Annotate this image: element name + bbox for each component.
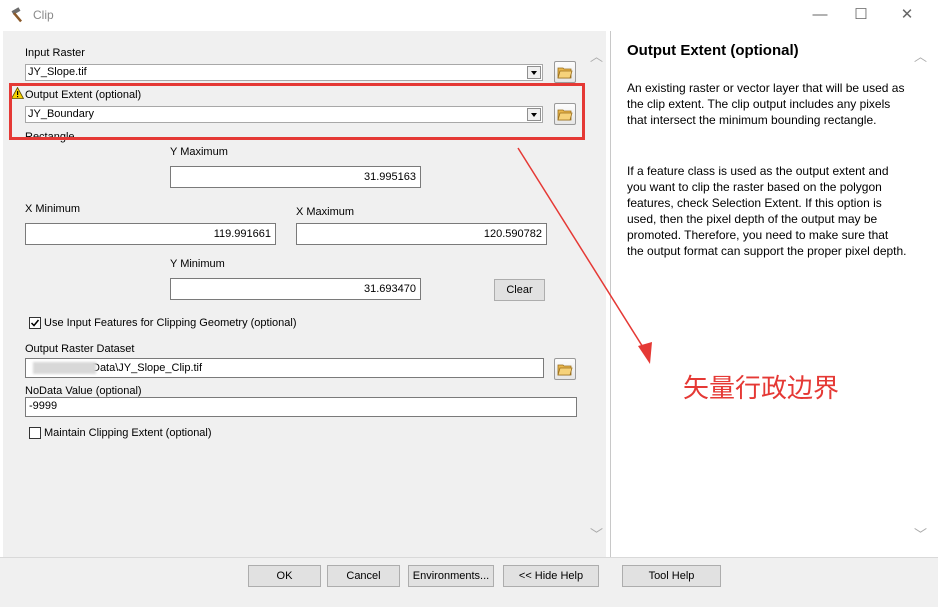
nodata-label: NoData Value (optional) <box>25 385 142 397</box>
cancel-button[interactable]: Cancel <box>327 565 400 587</box>
tool-help-button[interactable]: Tool Help <box>622 565 721 587</box>
use-input-features-label: Use Input Features for Clipping Geometry… <box>44 317 297 329</box>
highlight-box <box>9 83 585 140</box>
y-min-input[interactable]: 31.693470 <box>170 278 421 300</box>
maximize-button[interactable]: ☐ <box>838 0 884 31</box>
ok-button[interactable]: OK <box>248 565 321 587</box>
title-bar: Clip — ☐ ✕ <box>0 0 938 31</box>
y-min-label: Y Minimum <box>170 258 225 270</box>
close-button[interactable]: ✕ <box>884 0 930 31</box>
help-paragraph-2: If a feature class is used as the output… <box>627 164 907 258</box>
annotation-arrow <box>517 147 652 364</box>
input-raster-label: Input Raster <box>25 47 85 59</box>
help-title: Output Extent (optional) <box>627 42 799 59</box>
maintain-extent-checkbox[interactable] <box>29 427 41 439</box>
x-min-label: X Minimum <box>25 203 81 215</box>
y-max-label: Y Maximum <box>170 146 228 158</box>
annotation-text: 矢量行政边界 <box>683 374 840 404</box>
scroll-up-icon[interactable]: ︿ <box>590 46 603 65</box>
input-raster-combo[interactable]: JY_Slope.tif <box>25 64 543 81</box>
help-scroll-up-icon[interactable]: ︿ <box>914 46 927 65</box>
scroll-down-icon[interactable]: ﹀ <box>590 524 603 543</box>
open-folder-icon <box>557 67 573 79</box>
hide-help-button[interactable]: << Hide Help <box>503 565 599 587</box>
maintain-extent-label: Maintain Clipping Extent (optional) <box>44 427 212 439</box>
help-paragraph-1: An existing raster or vector layer that … <box>627 81 905 127</box>
input-raster-value: JY_Slope.tif <box>28 66 87 78</box>
environments-button[interactable]: Environments... <box>408 565 494 587</box>
use-input-features-checkbox[interactable] <box>29 317 41 329</box>
output-dataset-input[interactable]: Data\JY_Slope_Clip.tif <box>25 358 544 378</box>
x-min-input[interactable]: 119.991661 <box>25 223 276 245</box>
nodata-input[interactable]: -9999 <box>25 397 577 417</box>
output-dataset-value: Data\JY_Slope_Clip.tif <box>92 362 203 374</box>
redacted-path <box>33 362 96 374</box>
output-dataset-label: Output Raster Dataset <box>25 343 135 355</box>
window-title: Clip <box>33 8 54 22</box>
hammer-icon <box>11 7 23 23</box>
x-max-label: X Maximum <box>296 206 355 218</box>
help-scroll-down-icon[interactable]: ﹀ <box>914 524 927 543</box>
input-raster-browse-button[interactable] <box>554 61 576 83</box>
checkmark-icon <box>30 319 40 327</box>
chevron-down-icon[interactable] <box>527 66 541 79</box>
minimize-button[interactable]: — <box>797 0 843 31</box>
y-max-input[interactable]: 31.995163 <box>170 166 421 188</box>
